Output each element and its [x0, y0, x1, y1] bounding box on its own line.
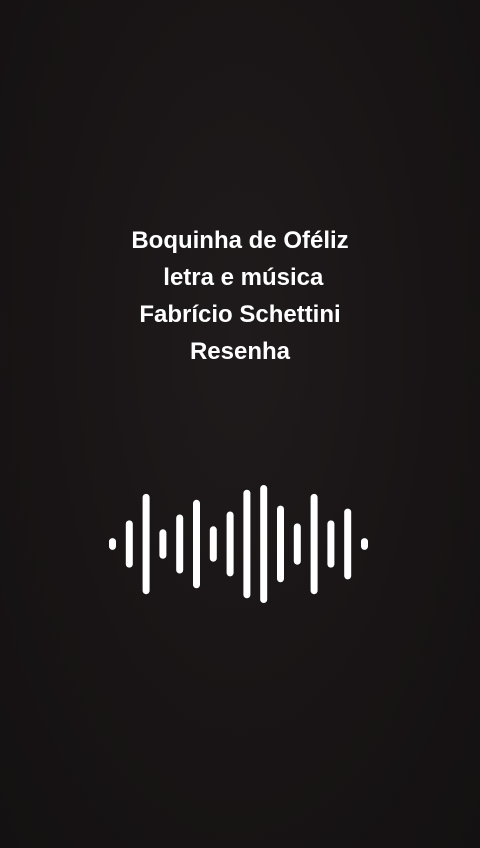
- waveform-bar: [361, 538, 368, 550]
- waveform-bar: [142, 493, 150, 595]
- waveform-bar: [310, 493, 318, 595]
- waveform-bar: [226, 511, 234, 577]
- song-caption: Boquinha de Oféliz letra e música Fabríc…: [0, 222, 480, 370]
- waveform-bar: [344, 508, 352, 580]
- waveform-bar: [193, 499, 200, 589]
- waveform-bar: [209, 526, 217, 562]
- waveform-bar: [327, 520, 335, 568]
- waveform-bar: [243, 489, 251, 599]
- audio-waveform-icon: [109, 485, 368, 603]
- song-tag: Resenha: [189, 338, 291, 365]
- waveform-bar: [277, 505, 284, 583]
- song-title: Boquinha de Oféliz: [131, 227, 349, 254]
- waveform-bar: [125, 520, 133, 568]
- song-credit-label: letra e música: [156, 264, 324, 291]
- artist-name: Fabrício Schettini: [139, 301, 341, 328]
- waveform-bar: [159, 529, 167, 559]
- story-screen: Boquinha de Oféliz letra e música Fabríc…: [0, 0, 480, 848]
- waveform-bar: [109, 538, 116, 550]
- waveform-bar: [260, 485, 268, 603]
- waveform-bar: [293, 523, 301, 565]
- waveform-bar: [176, 514, 184, 574]
